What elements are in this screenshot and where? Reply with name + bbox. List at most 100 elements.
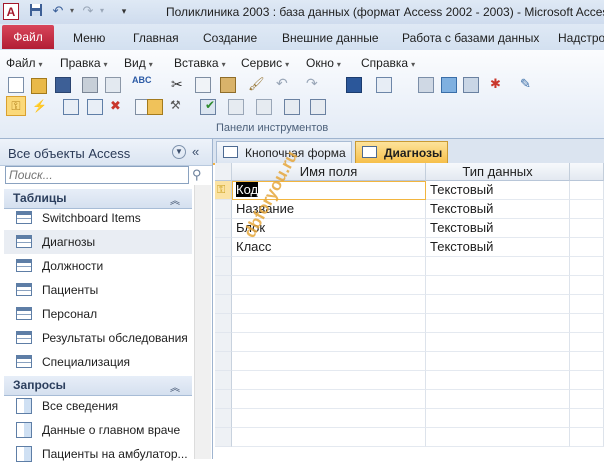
row-selector[interactable] bbox=[215, 428, 232, 447]
menu-tools[interactable]: Сервис ▾ bbox=[241, 56, 289, 70]
field-name-cell[interactable]: Класс bbox=[232, 238, 426, 257]
description-cell[interactable] bbox=[570, 371, 604, 390]
field-name-cell[interactable] bbox=[232, 276, 426, 295]
search-input[interactable] bbox=[5, 166, 189, 184]
tab-database-tools[interactable]: Работа с базами данных bbox=[402, 31, 539, 45]
delete-rows-icon[interactable] bbox=[87, 99, 103, 115]
row-selector[interactable] bbox=[215, 352, 232, 371]
nav-table-item[interactable]: Диагнозы bbox=[4, 230, 192, 254]
row-selector[interactable] bbox=[215, 409, 232, 428]
field-name-cell[interactable] bbox=[232, 409, 426, 428]
tab-addins[interactable]: Надстро bbox=[558, 31, 604, 45]
tab-home[interactable]: Главная bbox=[133, 31, 179, 45]
builder-icon[interactable]: ⚡ bbox=[32, 99, 47, 113]
new-document-icon[interactable] bbox=[8, 77, 24, 93]
description-cell[interactable] bbox=[570, 390, 604, 409]
properties-icon[interactable] bbox=[441, 77, 457, 93]
paste-icon[interactable] bbox=[220, 77, 236, 93]
nav-table-item[interactable]: Пациенты bbox=[4, 278, 192, 302]
chevron-up-icon[interactable]: ︽ bbox=[170, 192, 180, 207]
insert-rows-icon[interactable] bbox=[63, 99, 79, 115]
description-cell[interactable] bbox=[570, 352, 604, 371]
field-name-cell[interactable] bbox=[232, 390, 426, 409]
delete-icon[interactable]: ✖ bbox=[110, 98, 121, 114]
primary-key-button[interactable]: ⚿ bbox=[6, 96, 26, 116]
copy-icon[interactable] bbox=[195, 77, 211, 93]
column-header-description[interactable] bbox=[570, 163, 604, 181]
description-cell[interactable] bbox=[570, 314, 604, 333]
nav-query-item[interactable]: Пациенты на амбулатор... bbox=[4, 442, 192, 466]
field-name-cell[interactable] bbox=[232, 257, 426, 276]
field-name-cell[interactable] bbox=[232, 428, 426, 447]
data-type-cell[interactable]: Текстовый bbox=[426, 219, 570, 238]
data-type-cell[interactable] bbox=[426, 333, 570, 352]
data-type-cell[interactable] bbox=[426, 295, 570, 314]
data-type-cell[interactable] bbox=[426, 371, 570, 390]
undo-dropdown-icon[interactable]: ▾ bbox=[64, 3, 80, 19]
description-cell[interactable] bbox=[570, 200, 604, 219]
row-selector[interactable] bbox=[215, 314, 232, 333]
macro-icon[interactable] bbox=[256, 99, 272, 115]
tab-external-data[interactable]: Внешние данные bbox=[282, 31, 379, 45]
access-app-icon[interactable]: A bbox=[3, 3, 19, 20]
nav-table-item[interactable]: Специализация bbox=[4, 350, 192, 374]
spelling-icon[interactable]: ABC bbox=[132, 75, 152, 85]
new-object-icon[interactable] bbox=[463, 77, 479, 93]
column-header-field-name[interactable]: Имя поля bbox=[232, 163, 426, 181]
nav-table-item[interactable]: Персонал bbox=[4, 302, 192, 326]
row-selector[interactable] bbox=[215, 390, 232, 409]
nav-query-item[interactable]: Данные о главном враче bbox=[4, 418, 192, 442]
chevron-down-icon[interactable]: ▼ bbox=[172, 145, 186, 159]
redo-dropdown-icon[interactable]: ▾ bbox=[94, 3, 110, 19]
data-type-cell[interactable]: Текстовый bbox=[426, 181, 570, 200]
description-cell[interactable] bbox=[570, 238, 604, 257]
indexes-icon[interactable] bbox=[147, 99, 163, 115]
data-type-cell[interactable] bbox=[426, 390, 570, 409]
data-type-cell[interactable] bbox=[426, 409, 570, 428]
nav-scrollbar[interactable] bbox=[194, 185, 211, 459]
menu-edit[interactable]: Правка ▾ bbox=[60, 56, 108, 70]
menu-file[interactable]: Файл ▾ bbox=[6, 56, 43, 70]
row-selector[interactable] bbox=[215, 295, 232, 314]
menu-window[interactable]: Окно ▾ bbox=[306, 56, 341, 70]
data-type-cell[interactable] bbox=[426, 257, 570, 276]
nav-table-item[interactable]: Switchboard Items bbox=[4, 206, 192, 230]
data-type-cell[interactable] bbox=[426, 314, 570, 333]
row-selector[interactable] bbox=[215, 238, 232, 257]
open-folder-icon[interactable] bbox=[31, 78, 47, 94]
search-icon[interactable]: ⚲ bbox=[192, 167, 202, 183]
save-icon[interactable] bbox=[28, 3, 44, 19]
save-toolbar-icon[interactable] bbox=[55, 77, 71, 93]
nav-table-item[interactable]: Результаты обследования bbox=[4, 326, 192, 350]
details-view-icon[interactable] bbox=[310, 99, 326, 115]
select-all-corner[interactable] bbox=[215, 163, 232, 181]
field-name-cell[interactable] bbox=[232, 314, 426, 333]
tab-diagnoses[interactable]: Диагнозы bbox=[355, 141, 448, 163]
chevron-up-icon[interactable]: ︽ bbox=[170, 379, 180, 394]
nav-pane-title[interactable]: Все объекты Access bbox=[8, 146, 130, 161]
field-name-cell[interactable] bbox=[232, 333, 426, 352]
object-dependencies-icon[interactable] bbox=[228, 99, 244, 115]
column-header-data-type[interactable]: Тип данных bbox=[426, 163, 570, 181]
data-type-cell[interactable] bbox=[426, 428, 570, 447]
collapse-pane-icon[interactable]: « bbox=[192, 144, 199, 159]
field-name-cell[interactable] bbox=[232, 371, 426, 390]
design-tools-icon[interactable]: ✎ bbox=[520, 76, 531, 92]
menu-view[interactable]: Вид ▾ bbox=[124, 56, 153, 70]
relationships-icon[interactable] bbox=[418, 77, 434, 93]
description-cell[interactable] bbox=[570, 181, 604, 200]
validate-icon[interactable]: ✔ bbox=[205, 98, 215, 112]
menu-insert[interactable]: Вставка ▾ bbox=[174, 56, 226, 70]
tab-file[interactable]: Файл bbox=[2, 25, 54, 49]
data-type-cell[interactable]: Текстовый bbox=[426, 238, 570, 257]
menu-help[interactable]: Справка ▾ bbox=[361, 56, 415, 70]
print-preview-icon[interactable] bbox=[105, 77, 121, 93]
tab-menu[interactable]: Меню bbox=[73, 31, 105, 45]
data-type-cell[interactable] bbox=[426, 276, 570, 295]
row-selector[interactable] bbox=[215, 219, 232, 238]
description-cell[interactable] bbox=[570, 409, 604, 428]
data-type-cell[interactable] bbox=[426, 352, 570, 371]
description-cell[interactable] bbox=[570, 257, 604, 276]
nav-query-item[interactable]: Все сведения bbox=[4, 394, 192, 418]
description-cell[interactable] bbox=[570, 333, 604, 352]
